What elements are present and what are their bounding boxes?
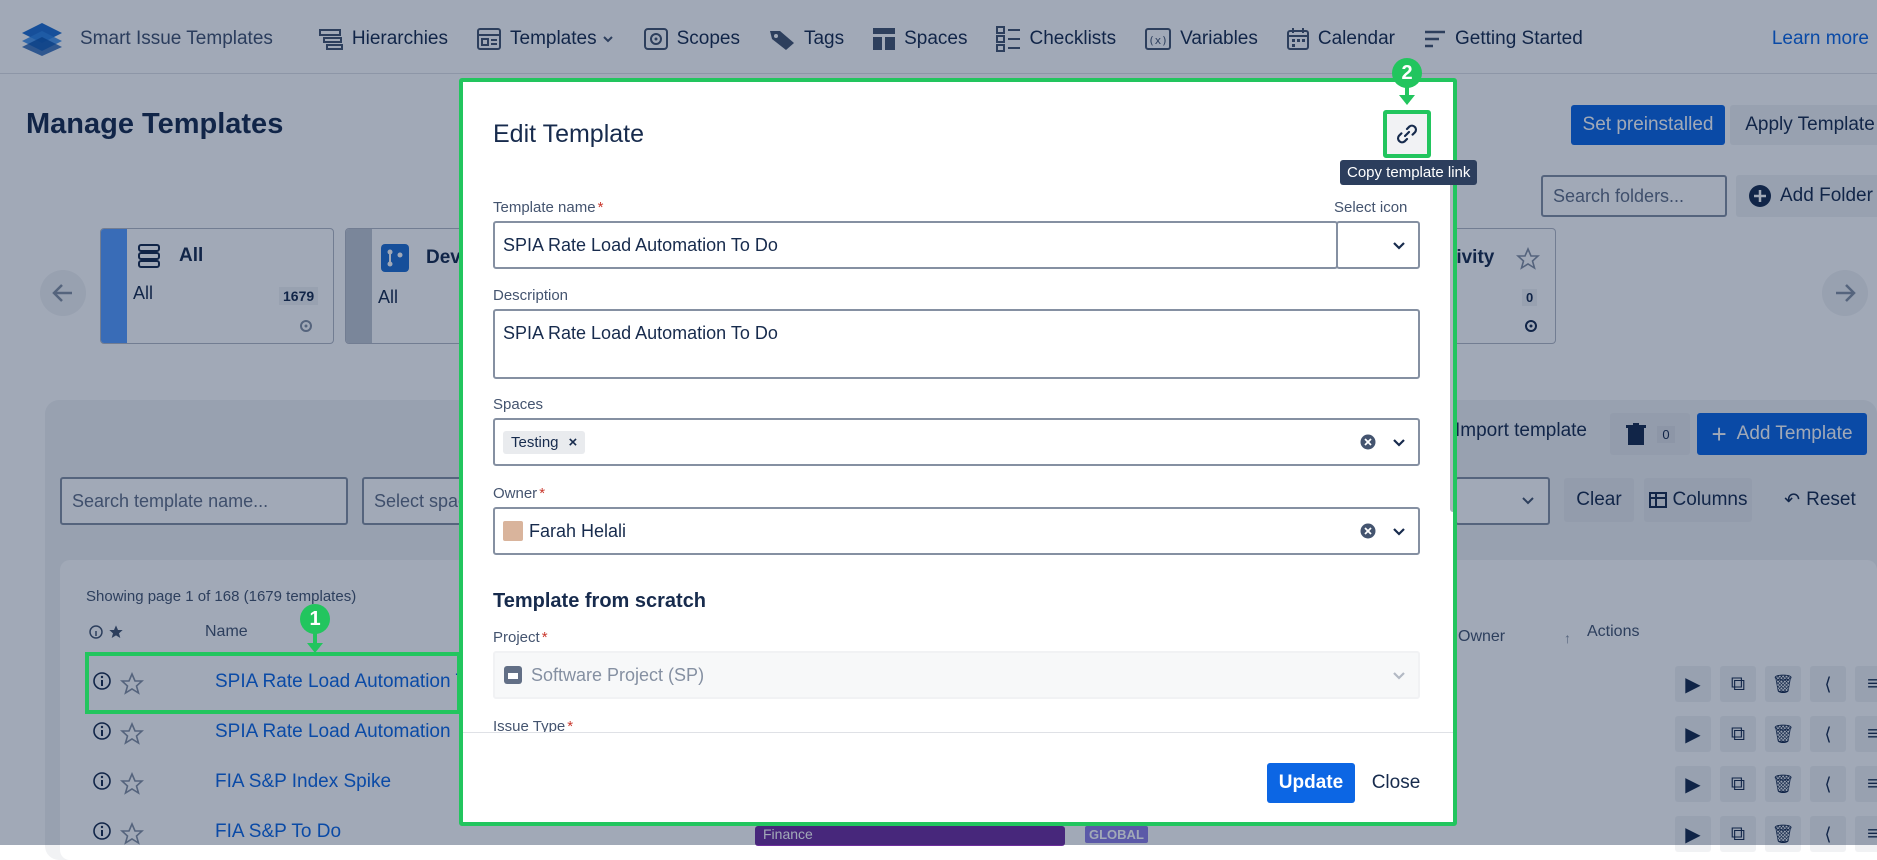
clear-icon[interactable] bbox=[1360, 523, 1376, 539]
chevron-down-icon bbox=[1393, 672, 1405, 680]
annotation-arrowhead bbox=[1399, 95, 1415, 105]
description-label: Description bbox=[493, 287, 569, 304]
annotation-arrowhead bbox=[307, 643, 323, 653]
modal-scrollbar[interactable] bbox=[1450, 162, 1453, 512]
chevron-down-icon[interactable] bbox=[1392, 525, 1406, 539]
remove-tag-icon[interactable]: × bbox=[569, 434, 578, 451]
copy-template-link-button[interactable] bbox=[1383, 110, 1431, 158]
spaces-label: Spaces bbox=[493, 396, 544, 413]
section-title: Template from scratch bbox=[493, 590, 707, 612]
avatar bbox=[503, 521, 523, 541]
owner-select[interactable]: Farah Helali bbox=[493, 507, 1420, 555]
link-icon bbox=[1397, 124, 1417, 144]
space-tag-chip: Testing × bbox=[503, 430, 586, 454]
annotation-step-2: 2 bbox=[1392, 58, 1422, 88]
modal-title: Edit Template bbox=[493, 120, 645, 148]
close-button[interactable]: Close bbox=[1363, 763, 1429, 803]
project-select: Software Project (SP) bbox=[493, 651, 1420, 699]
project-label: Project * bbox=[493, 629, 548, 646]
spaces-multiselect[interactable]: Testing × bbox=[493, 418, 1420, 466]
annotation-highlight-row bbox=[85, 652, 461, 714]
select-icon-dropdown[interactable] bbox=[1336, 221, 1420, 269]
owner-label: Owner * bbox=[493, 485, 546, 502]
copy-link-tooltip: Copy template link bbox=[1340, 160, 1478, 185]
chevron-down-icon[interactable] bbox=[1392, 436, 1406, 450]
annotation-step-1: 1 bbox=[300, 604, 330, 634]
description-textarea[interactable]: SPIA Rate Load Automation To Do bbox=[493, 309, 1420, 379]
template-name-input[interactable]: SPIA Rate Load Automation To Do bbox=[493, 221, 1338, 269]
template-name-label: Template name * bbox=[493, 199, 604, 216]
clear-icon[interactable] bbox=[1360, 434, 1376, 450]
select-icon-label: Select icon bbox=[1334, 199, 1408, 216]
update-button[interactable]: Update bbox=[1267, 763, 1355, 803]
project-icon bbox=[504, 666, 522, 684]
edit-template-modal: Edit Template Template name * Select icon… bbox=[459, 78, 1457, 826]
chevron-down-icon bbox=[1393, 242, 1405, 250]
modal-footer: Update Close bbox=[463, 732, 1453, 822]
